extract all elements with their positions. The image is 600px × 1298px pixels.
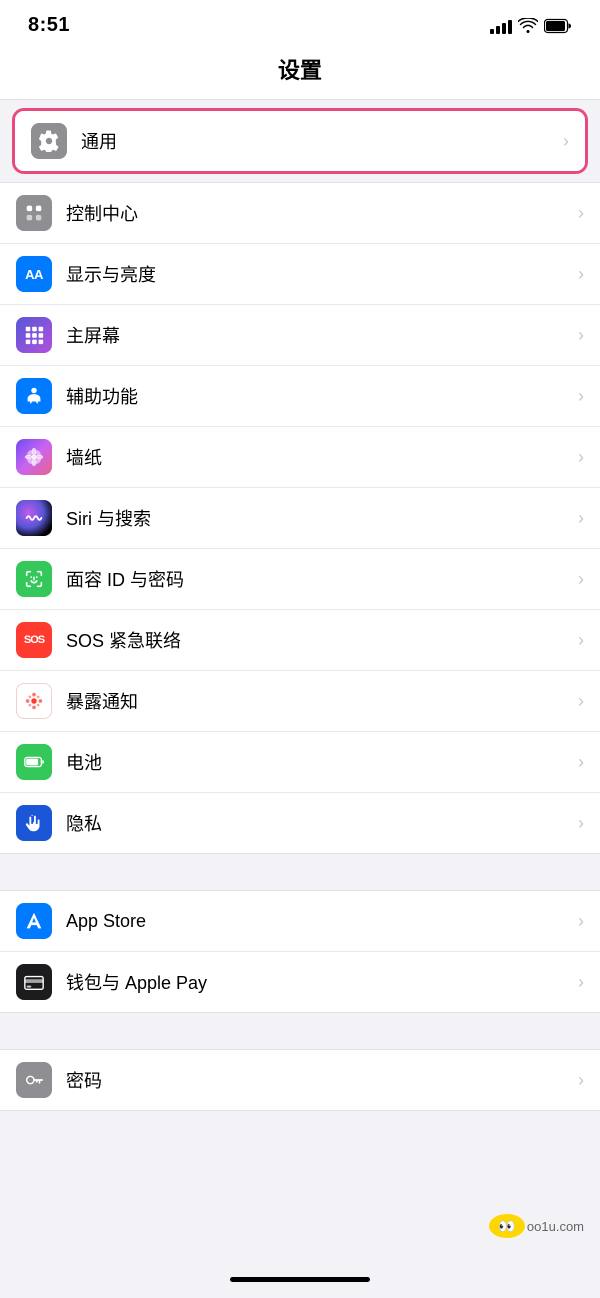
wallpaper-chevron: ›	[578, 447, 584, 468]
settings-row-appstore[interactable]: App Store ›	[0, 891, 600, 952]
general-section-wrapper: 通用 ›	[0, 100, 600, 182]
general-label: 通用	[81, 128, 555, 154]
settings-row-wallet[interactable]: 钱包与 Apple Pay ›	[0, 952, 600, 1012]
display-icon: AA	[16, 256, 52, 292]
hand-icon	[23, 812, 45, 834]
exposure-dots-icon	[23, 690, 45, 712]
settings-row-home-screen[interactable]: 主屏幕 ›	[0, 305, 600, 366]
sos-icon: SOS	[16, 622, 52, 658]
gear-icon	[38, 130, 60, 152]
wallpaper-label: 墙纸	[66, 444, 570, 470]
exposure-icon	[16, 683, 52, 719]
watermark-logo: 👀	[489, 1214, 525, 1238]
page-title-bar: 设置	[0, 45, 600, 100]
home-screen-icon	[16, 317, 52, 353]
exposure-chevron: ›	[578, 691, 584, 712]
settings-row-siri[interactable]: Siri 与搜索 ›	[0, 488, 600, 549]
status-bar: 8:51	[0, 0, 600, 45]
apps-section: App Store › 钱包与 Apple Pay ›	[0, 890, 600, 1013]
siri-icon	[16, 500, 52, 536]
face-scan-icon	[23, 568, 45, 590]
passwords-chevron: ›	[578, 1070, 584, 1091]
exposure-label: 暴露通知	[66, 688, 570, 714]
home-indicator	[230, 1277, 370, 1282]
settings-row-wallpaper[interactable]: 墙纸 ›	[0, 427, 600, 488]
settings-row-exposure[interactable]: 暴露通知 ›	[0, 671, 600, 732]
display-label: 显示与亮度	[66, 261, 570, 287]
password-section: 密码 ›	[0, 1049, 600, 1111]
watermark-text: oo1u.com	[527, 1219, 584, 1234]
display-chevron: ›	[578, 264, 584, 285]
settings-row-control-center[interactable]: 控制中心 ›	[0, 183, 600, 244]
privacy-chevron: ›	[578, 813, 584, 834]
battery-settings-icon	[16, 744, 52, 780]
settings-row-battery[interactable]: 电池 ›	[0, 732, 600, 793]
settings-row-display[interactable]: AA 显示与亮度 ›	[0, 244, 600, 305]
settings-row-general[interactable]: 通用 ›	[15, 111, 585, 171]
general-chevron: ›	[563, 131, 569, 152]
watermark-area: 👀 oo1u.com	[489, 1214, 584, 1238]
home-screen-label: 主屏幕	[66, 322, 570, 348]
appstore-label: App Store	[66, 911, 570, 932]
accessibility-chevron: ›	[578, 386, 584, 407]
battery-life-icon	[23, 751, 45, 773]
passwords-label: 密码	[66, 1067, 570, 1093]
siri-label: Siri 与搜索	[66, 505, 570, 531]
page-title: 设置	[278, 58, 322, 83]
status-time: 8:51	[28, 14, 70, 37]
accessibility-label: 辅助功能	[66, 383, 570, 409]
sos-label: SOS 紧急联络	[66, 627, 570, 653]
wallet-label: 钱包与 Apple Pay	[66, 969, 570, 995]
status-icons	[490, 18, 572, 34]
wifi-icon	[518, 18, 538, 34]
signal-icon	[490, 18, 512, 34]
siri-chevron: ›	[578, 508, 584, 529]
settings-row-sos[interactable]: SOS SOS 紧急联络 ›	[0, 610, 600, 671]
home-screen-chevron: ›	[578, 325, 584, 346]
settings-row-passwords[interactable]: 密码 ›	[0, 1050, 600, 1110]
wallpaper-icon	[16, 439, 52, 475]
siri-wave-icon	[23, 507, 45, 529]
appstore-icon	[16, 903, 52, 939]
wallet-card-icon	[23, 971, 45, 993]
general-highlighted: 通用 ›	[12, 108, 588, 174]
appstore-a-icon	[23, 910, 45, 932]
settings-row-privacy[interactable]: 隐私 ›	[0, 793, 600, 853]
general-icon	[31, 123, 67, 159]
page-wrapper: 8:51 设置	[0, 0, 600, 1298]
privacy-label: 隐私	[66, 810, 570, 836]
battery-label: 电池	[66, 749, 570, 775]
flower-icon	[23, 446, 45, 468]
control-center-icon	[16, 195, 52, 231]
key-icon	[23, 1069, 45, 1091]
battery-icon	[544, 18, 572, 34]
person-icon	[23, 385, 45, 407]
privacy-icon	[16, 805, 52, 841]
appstore-chevron: ›	[578, 911, 584, 932]
control-center-chevron: ›	[578, 203, 584, 224]
faceid-icon	[16, 561, 52, 597]
passwords-icon	[16, 1062, 52, 1098]
settings-row-accessibility[interactable]: 辅助功能 ›	[0, 366, 600, 427]
wallet-icon	[16, 964, 52, 1000]
bottom-area: 👀 oo1u.com	[0, 1249, 600, 1298]
sos-chevron: ›	[578, 630, 584, 651]
faceid-chevron: ›	[578, 569, 584, 590]
faceid-label: 面容 ID 与密码	[66, 566, 570, 592]
system-section: 控制中心 › AA 显示与亮度 ›	[0, 182, 600, 854]
wallet-chevron: ›	[578, 972, 584, 993]
accessibility-icon	[16, 378, 52, 414]
grid-icon	[23, 324, 45, 346]
control-center-label: 控制中心	[66, 200, 570, 226]
battery-chevron: ›	[578, 752, 584, 773]
settings-row-faceid[interactable]: 面容 ID 与密码 ›	[0, 549, 600, 610]
control-icon	[23, 202, 45, 224]
section-gap-1	[0, 854, 600, 890]
section-gap-2	[0, 1013, 600, 1049]
